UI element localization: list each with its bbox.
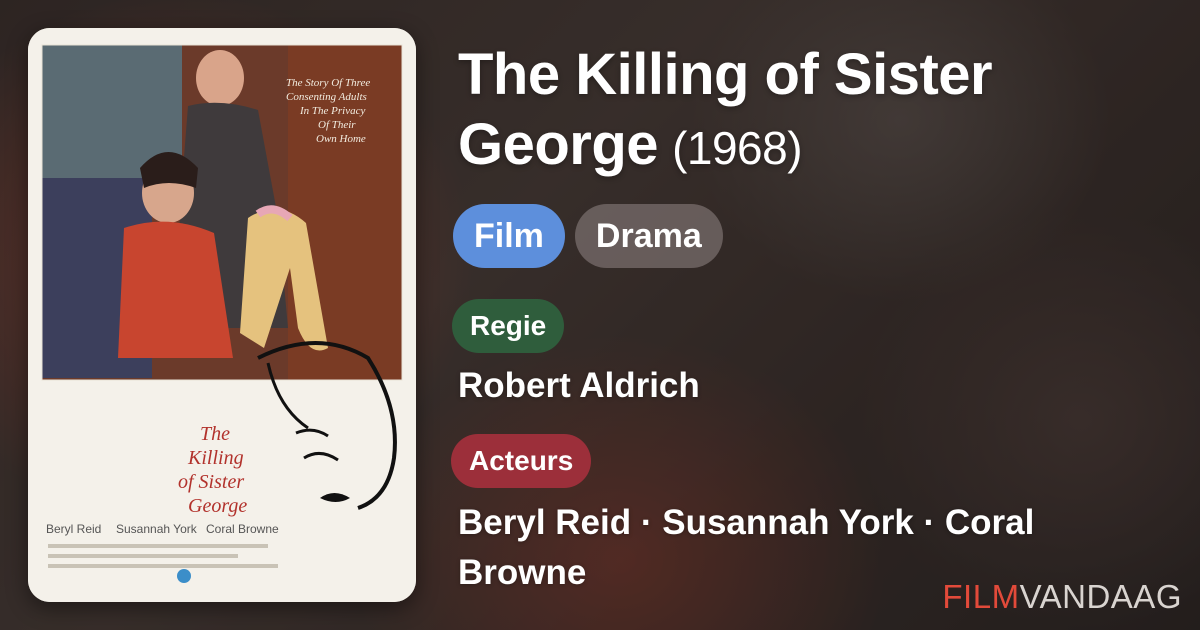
poster-tagline-line: In The Privacy [299,105,365,117]
type-chip-film[interactable]: Film [453,204,565,268]
poster-credit: Beryl Reid [46,522,101,536]
movie-heading: The Killing of Sister George (1968) [458,40,1158,183]
brand-vandaag: VANDAAG [1019,578,1182,615]
poster-credit: Susannah York [116,522,198,536]
movie-title-rest: George [458,112,659,177]
poster-tagline-line: Of Their [318,119,356,131]
poster-title-line: The [200,423,230,445]
poster-artwork: The Story Of Three Consenting Adults In … [28,28,416,602]
poster-credit: Coral Browne [206,522,279,536]
filmvandaag-logo[interactable]: FILMVANDAAG [942,578,1182,616]
genre-chip-drama[interactable]: Drama [574,204,723,268]
poster-title-line: of Sister [178,471,244,493]
poster-tagline-line: Consenting Adults [286,91,367,103]
cast-line-1[interactable]: Beryl Reid · Susannah York · Coral [458,498,1158,548]
genre-chips: Film Drama [453,204,723,268]
movie-year: (1968) [672,122,803,174]
svg-text:Beryl Reid Susannah York: Beryl Reid Susannah York Coral Browne [46,522,279,536]
poster-tagline-line: Own Home [316,133,366,145]
movie-poster: The Story Of Three Consenting Adults In … [28,28,416,602]
brand-film: FILM [942,578,1020,615]
director-name[interactable]: Robert Aldrich [458,361,700,411]
poster-tagline-line: The Story Of Three [286,77,370,89]
movie-title-line-2: George (1968) [458,110,1158,183]
poster-title-line: Killing [187,447,244,469]
director-label: Regie [452,299,565,353]
movie-title-line-1: The Killing of Sister [458,42,993,107]
cast-label: Acteurs [451,434,592,488]
studio-logo-icon [177,569,191,583]
poster-title-line: George [188,495,247,517]
